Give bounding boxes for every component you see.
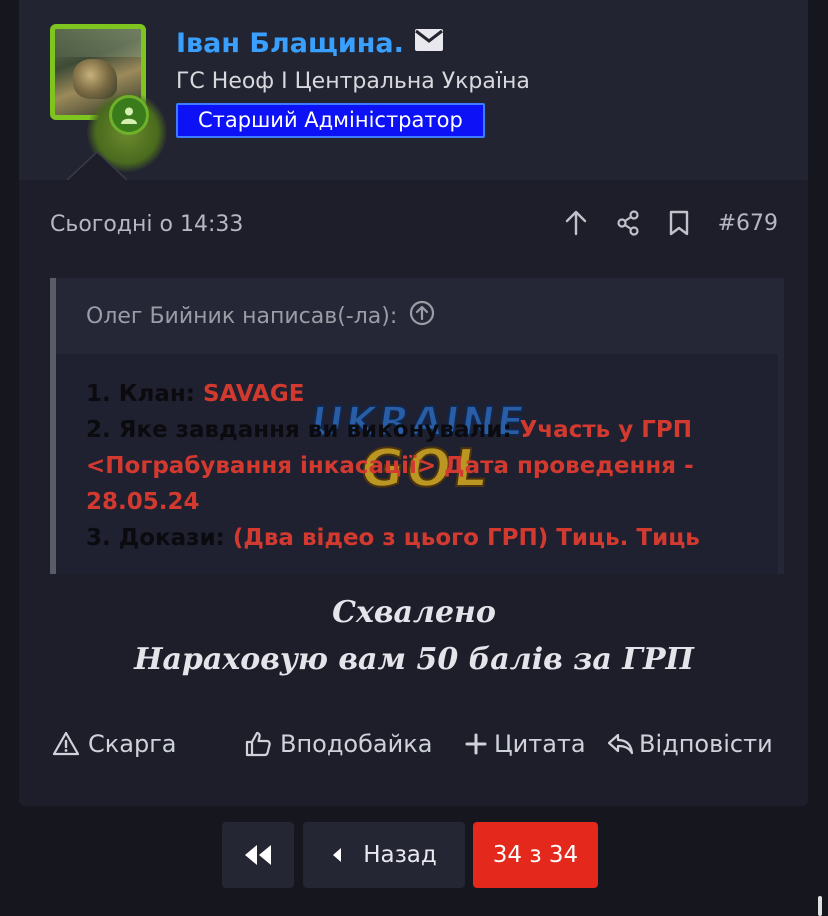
user-info: Іван Блащина. ГС Неоф І Центральна Украї… (176, 28, 530, 138)
arrow-up-icon[interactable] (564, 210, 588, 236)
bookmark-icon[interactable] (668, 210, 690, 236)
like-label: Вподобайка (280, 730, 433, 758)
post-message: Схвалено Нараховую вам 50 балів за ГРП (0, 595, 828, 677)
reply-icon (607, 733, 634, 755)
quote-line-2c: 28.05.24 (86, 489, 200, 515)
scrollbar[interactable] (818, 896, 822, 916)
post-date[interactable]: Сьогодні о 14:33 (50, 212, 243, 237)
online-status-icon (109, 95, 149, 135)
quote-line-2: 2. Яке завдання ви виконували: Участь у … (86, 417, 692, 443)
quote-button[interactable]: Цитата (462, 730, 586, 758)
username-row: Іван Блащина. (176, 28, 530, 59)
share-icon[interactable] (616, 210, 640, 236)
first-page-button[interactable] (222, 822, 294, 888)
message-line-1: Схвалено (332, 595, 496, 630)
quote-line-2b: <Пограбування інкасації> Дата проведення… (86, 453, 694, 479)
message-line-2: Нараховую вам 50 балів за ГРП (134, 642, 694, 677)
plus-icon (465, 733, 487, 755)
prev-page-label: Назад (363, 842, 437, 868)
user-title: ГС Неоф І Центральна Україна (176, 69, 530, 94)
prev-page-button[interactable]: Назад (303, 822, 465, 888)
caret-left-icon (333, 848, 342, 862)
arrow-up-circle-icon[interactable] (409, 300, 435, 332)
envelope-icon[interactable] (414, 28, 444, 59)
post-container: Іван Блащина. ГС Неоф І Центральна Украї… (19, 0, 808, 806)
username-link[interactable]: Іван Блащина. (176, 28, 404, 59)
quote-label: Цитата (494, 730, 586, 758)
user-rank-badge: Старший Адміністратор (176, 103, 485, 138)
like-button[interactable]: Вподобайка (244, 730, 432, 758)
report-label: Скарга (88, 730, 177, 758)
reply-button[interactable]: Відповісти (607, 730, 773, 758)
quote-line-1: 1. Клан: SAVAGE (86, 381, 305, 407)
post-header: Іван Блащина. ГС Неоф І Центральна Украї… (19, 0, 808, 180)
quote-author[interactable]: Олег Бийник написав(-ла): (86, 304, 397, 329)
thumbs-up-icon (245, 731, 271, 757)
quote-body: UKRAINE GOL 1. Клан: SAVAGE 2. Яке завда… (56, 354, 778, 574)
double-chevron-left-icon (245, 845, 271, 865)
quote-header[interactable]: Олег Бийник написав(-ла): (56, 278, 784, 354)
quote-block: Олег Бийник написав(-ла): UKRAINE GOL 1.… (50, 278, 784, 574)
quote-text: 1. Клан: SAVAGE 2. Яке завдання ви викон… (86, 376, 700, 556)
post-number[interactable]: #679 (718, 211, 778, 236)
quote-line-3: 3. Докази: (Два відео з цього ГРП) Тиць.… (86, 525, 700, 551)
post-meta: Сьогодні о 14:33 #679 (50, 210, 778, 242)
post-meta-icons: #679 (564, 210, 778, 236)
pointer-outline (67, 152, 127, 180)
current-page-button[interactable]: 34 з 34 (473, 822, 598, 888)
reply-label: Відповісти (639, 730, 773, 758)
evidence-link-2[interactable]: Тиць (636, 525, 699, 551)
warning-icon (52, 731, 80, 756)
report-button[interactable]: Скарга (52, 730, 177, 758)
post-actions: Скарга Вподобайка Цитата Відповісти (52, 730, 782, 764)
evidence-link-1[interactable]: Тиць. (556, 525, 628, 551)
